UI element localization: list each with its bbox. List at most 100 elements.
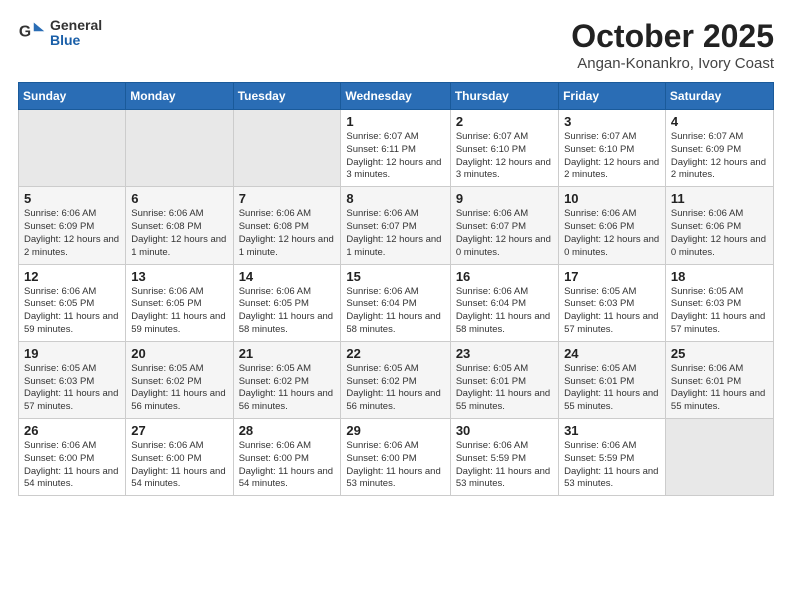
day-number: 30 — [456, 423, 553, 438]
calendar-cell: 31 Sunrise: 6:06 AM Sunset: 5:59 PM Dayli… — [559, 419, 666, 496]
day-info: Sunrise: 6:06 AM Sunset: 6:08 PM Dayligh… — [131, 208, 227, 259]
day-number: 19 — [24, 346, 120, 361]
day-info: Sunrise: 6:05 AM Sunset: 6:02 PM Dayligh… — [346, 363, 444, 414]
day-info: Sunrise: 6:06 AM Sunset: 6:05 PM Dayligh… — [24, 286, 120, 337]
calendar-cell: 19 Sunrise: 6:05 AM Sunset: 6:03 PM Dayli… — [19, 341, 126, 418]
day-number: 13 — [131, 269, 227, 284]
calendar-cell: 28 Sunrise: 6:06 AM Sunset: 6:00 PM Dayli… — [233, 419, 341, 496]
header-tuesday: Tuesday — [233, 83, 341, 110]
calendar-cell — [19, 110, 126, 187]
calendar-cell: 8 Sunrise: 6:06 AM Sunset: 6:07 PM Daylig… — [341, 187, 450, 264]
day-info: Sunrise: 6:05 AM Sunset: 6:03 PM Dayligh… — [671, 286, 768, 337]
calendar-week-row: 12 Sunrise: 6:06 AM Sunset: 6:05 PM Dayli… — [19, 264, 774, 341]
day-info: Sunrise: 6:06 AM Sunset: 5:59 PM Dayligh… — [564, 440, 660, 491]
calendar-cell: 5 Sunrise: 6:06 AM Sunset: 6:09 PM Daylig… — [19, 187, 126, 264]
day-number: 8 — [346, 191, 444, 206]
day-info: Sunrise: 6:05 AM Sunset: 6:01 PM Dayligh… — [564, 363, 660, 414]
header-friday: Friday — [559, 83, 666, 110]
logo-icon: G — [18, 19, 46, 47]
day-number: 7 — [239, 191, 336, 206]
location-title: Angan-Konankro, Ivory Coast — [571, 55, 774, 72]
day-number: 29 — [346, 423, 444, 438]
calendar-cell: 3 Sunrise: 6:07 AM Sunset: 6:10 PM Daylig… — [559, 110, 666, 187]
day-info: Sunrise: 6:06 AM Sunset: 6:08 PM Dayligh… — [239, 208, 336, 259]
day-number: 18 — [671, 269, 768, 284]
day-number: 11 — [671, 191, 768, 206]
title-area: October 2025 Angan-Konankro, Ivory Coast — [571, 18, 774, 72]
day-info: Sunrise: 6:05 AM Sunset: 6:03 PM Dayligh… — [564, 286, 660, 337]
day-number: 1 — [346, 114, 444, 129]
day-info: Sunrise: 6:07 AM Sunset: 6:09 PM Dayligh… — [671, 131, 768, 182]
day-number: 12 — [24, 269, 120, 284]
calendar-cell: 23Sunrise: 6:05 AM Sunset: 6:01 PM Dayli… — [450, 341, 558, 418]
day-number: 28 — [239, 423, 336, 438]
day-info: Sunrise: 6:07 AM Sunset: 6:11 PM Dayligh… — [346, 131, 444, 182]
day-number: 16 — [456, 269, 553, 284]
calendar-cell: 10 Sunrise: 6:06 AM Sunset: 6:06 PM Dayli… — [559, 187, 666, 264]
calendar-cell: 11 Sunrise: 6:06 AM Sunset: 6:06 PM Dayli… — [665, 187, 773, 264]
day-number: 27 — [131, 423, 227, 438]
calendar-cell: 4 Sunrise: 6:07 AM Sunset: 6:09 PM Daylig… — [665, 110, 773, 187]
header-sunday: Sunday — [19, 83, 126, 110]
month-title: October 2025 — [571, 18, 774, 55]
calendar: Sunday Monday Tuesday Wednesday Thursday… — [18, 82, 774, 496]
logo-text: General Blue — [50, 18, 102, 49]
calendar-cell: 13Sunrise: 6:06 AM Sunset: 6:05 PM Dayli… — [126, 264, 233, 341]
day-info: Sunrise: 6:06 AM Sunset: 6:05 PM Dayligh… — [239, 286, 336, 337]
day-number: 10 — [564, 191, 660, 206]
day-info: Sunrise: 6:06 AM Sunset: 6:09 PM Dayligh… — [24, 208, 120, 259]
day-info: Sunrise: 6:06 AM Sunset: 6:00 PM Dayligh… — [346, 440, 444, 491]
day-info: Sunrise: 6:06 AM Sunset: 6:00 PM Dayligh… — [24, 440, 120, 491]
calendar-cell: 18 Sunrise: 6:05 AM Sunset: 6:03 PM Dayli… — [665, 264, 773, 341]
day-info: Sunrise: 6:07 AM Sunset: 6:10 PM Dayligh… — [564, 131, 660, 182]
calendar-cell: 9Sunrise: 6:06 AM Sunset: 6:07 PM Daylig… — [450, 187, 558, 264]
calendar-cell: 20Sunrise: 6:05 AM Sunset: 6:02 PM Dayli… — [126, 341, 233, 418]
day-number: 31 — [564, 423, 660, 438]
calendar-cell: 1 Sunrise: 6:07 AM Sunset: 6:11 PM Daylig… — [341, 110, 450, 187]
day-number: 15 — [346, 269, 444, 284]
day-info: Sunrise: 6:05 AM Sunset: 6:01 PM Dayligh… — [456, 363, 553, 414]
day-number: 24 — [564, 346, 660, 361]
calendar-cell: 2 Sunrise: 6:07 AM Sunset: 6:10 PM Daylig… — [450, 110, 558, 187]
calendar-week-row: 26 Sunrise: 6:06 AM Sunset: 6:00 PM Dayli… — [19, 419, 774, 496]
day-info: Sunrise: 6:06 AM Sunset: 6:04 PM Dayligh… — [456, 286, 553, 337]
day-info: Sunrise: 6:06 AM Sunset: 6:07 PM Dayligh… — [346, 208, 444, 259]
day-number: 5 — [24, 191, 120, 206]
day-number: 26 — [24, 423, 120, 438]
calendar-cell — [233, 110, 341, 187]
day-info: Sunrise: 6:06 AM Sunset: 6:07 PM Dayligh… — [456, 208, 553, 259]
logo: G General Blue — [18, 18, 102, 49]
day-info: Sunrise: 6:05 AM Sunset: 6:02 PM Dayligh… — [131, 363, 227, 414]
day-number: 21 — [239, 346, 336, 361]
header-saturday: Saturday — [665, 83, 773, 110]
calendar-cell: 6 Sunrise: 6:06 AM Sunset: 6:08 PM Daylig… — [126, 187, 233, 264]
header-thursday: Thursday — [450, 83, 558, 110]
calendar-cell: 24 Sunrise: 6:05 AM Sunset: 6:01 PM Dayli… — [559, 341, 666, 418]
day-number: 3 — [564, 114, 660, 129]
calendar-cell: 27Sunrise: 6:06 AM Sunset: 6:00 PM Dayli… — [126, 419, 233, 496]
calendar-cell: 26 Sunrise: 6:06 AM Sunset: 6:00 PM Dayli… — [19, 419, 126, 496]
calendar-cell: 7 Sunrise: 6:06 AM Sunset: 6:08 PM Daylig… — [233, 187, 341, 264]
header-monday: Monday — [126, 83, 233, 110]
day-number: 4 — [671, 114, 768, 129]
header: G General Blue October 2025 Angan-Konank… — [18, 18, 774, 72]
day-info: Sunrise: 6:06 AM Sunset: 6:06 PM Dayligh… — [671, 208, 768, 259]
day-info: Sunrise: 6:06 AM Sunset: 6:04 PM Dayligh… — [346, 286, 444, 337]
day-info: Sunrise: 6:07 AM Sunset: 6:10 PM Dayligh… — [456, 131, 553, 182]
day-info: Sunrise: 6:05 AM Sunset: 6:03 PM Dayligh… — [24, 363, 120, 414]
svg-text:G: G — [19, 24, 31, 41]
calendar-cell: 29 Sunrise: 6:06 AM Sunset: 6:00 PM Dayli… — [341, 419, 450, 496]
day-info: Sunrise: 6:06 AM Sunset: 6:06 PM Dayligh… — [564, 208, 660, 259]
logo-general: General — [50, 18, 102, 33]
page: G General Blue October 2025 Angan-Konank… — [0, 0, 792, 514]
calendar-cell: 25Sunrise: 6:06 AM Sunset: 6:01 PM Dayli… — [665, 341, 773, 418]
day-number: 22 — [346, 346, 444, 361]
calendar-cell: 30 Sunrise: 6:06 AM Sunset: 5:59 PM Dayli… — [450, 419, 558, 496]
calendar-cell: 16 Sunrise: 6:06 AM Sunset: 6:04 PM Dayli… — [450, 264, 558, 341]
day-info: Sunrise: 6:06 AM Sunset: 6:00 PM Dayligh… — [239, 440, 336, 491]
day-number: 2 — [456, 114, 553, 129]
calendar-cell: 15 Sunrise: 6:06 AM Sunset: 6:04 PM Dayli… — [341, 264, 450, 341]
day-info: Sunrise: 6:06 AM Sunset: 5:59 PM Dayligh… — [456, 440, 553, 491]
calendar-cell: 22 Sunrise: 6:05 AM Sunset: 6:02 PM Dayli… — [341, 341, 450, 418]
day-number: 6 — [131, 191, 227, 206]
